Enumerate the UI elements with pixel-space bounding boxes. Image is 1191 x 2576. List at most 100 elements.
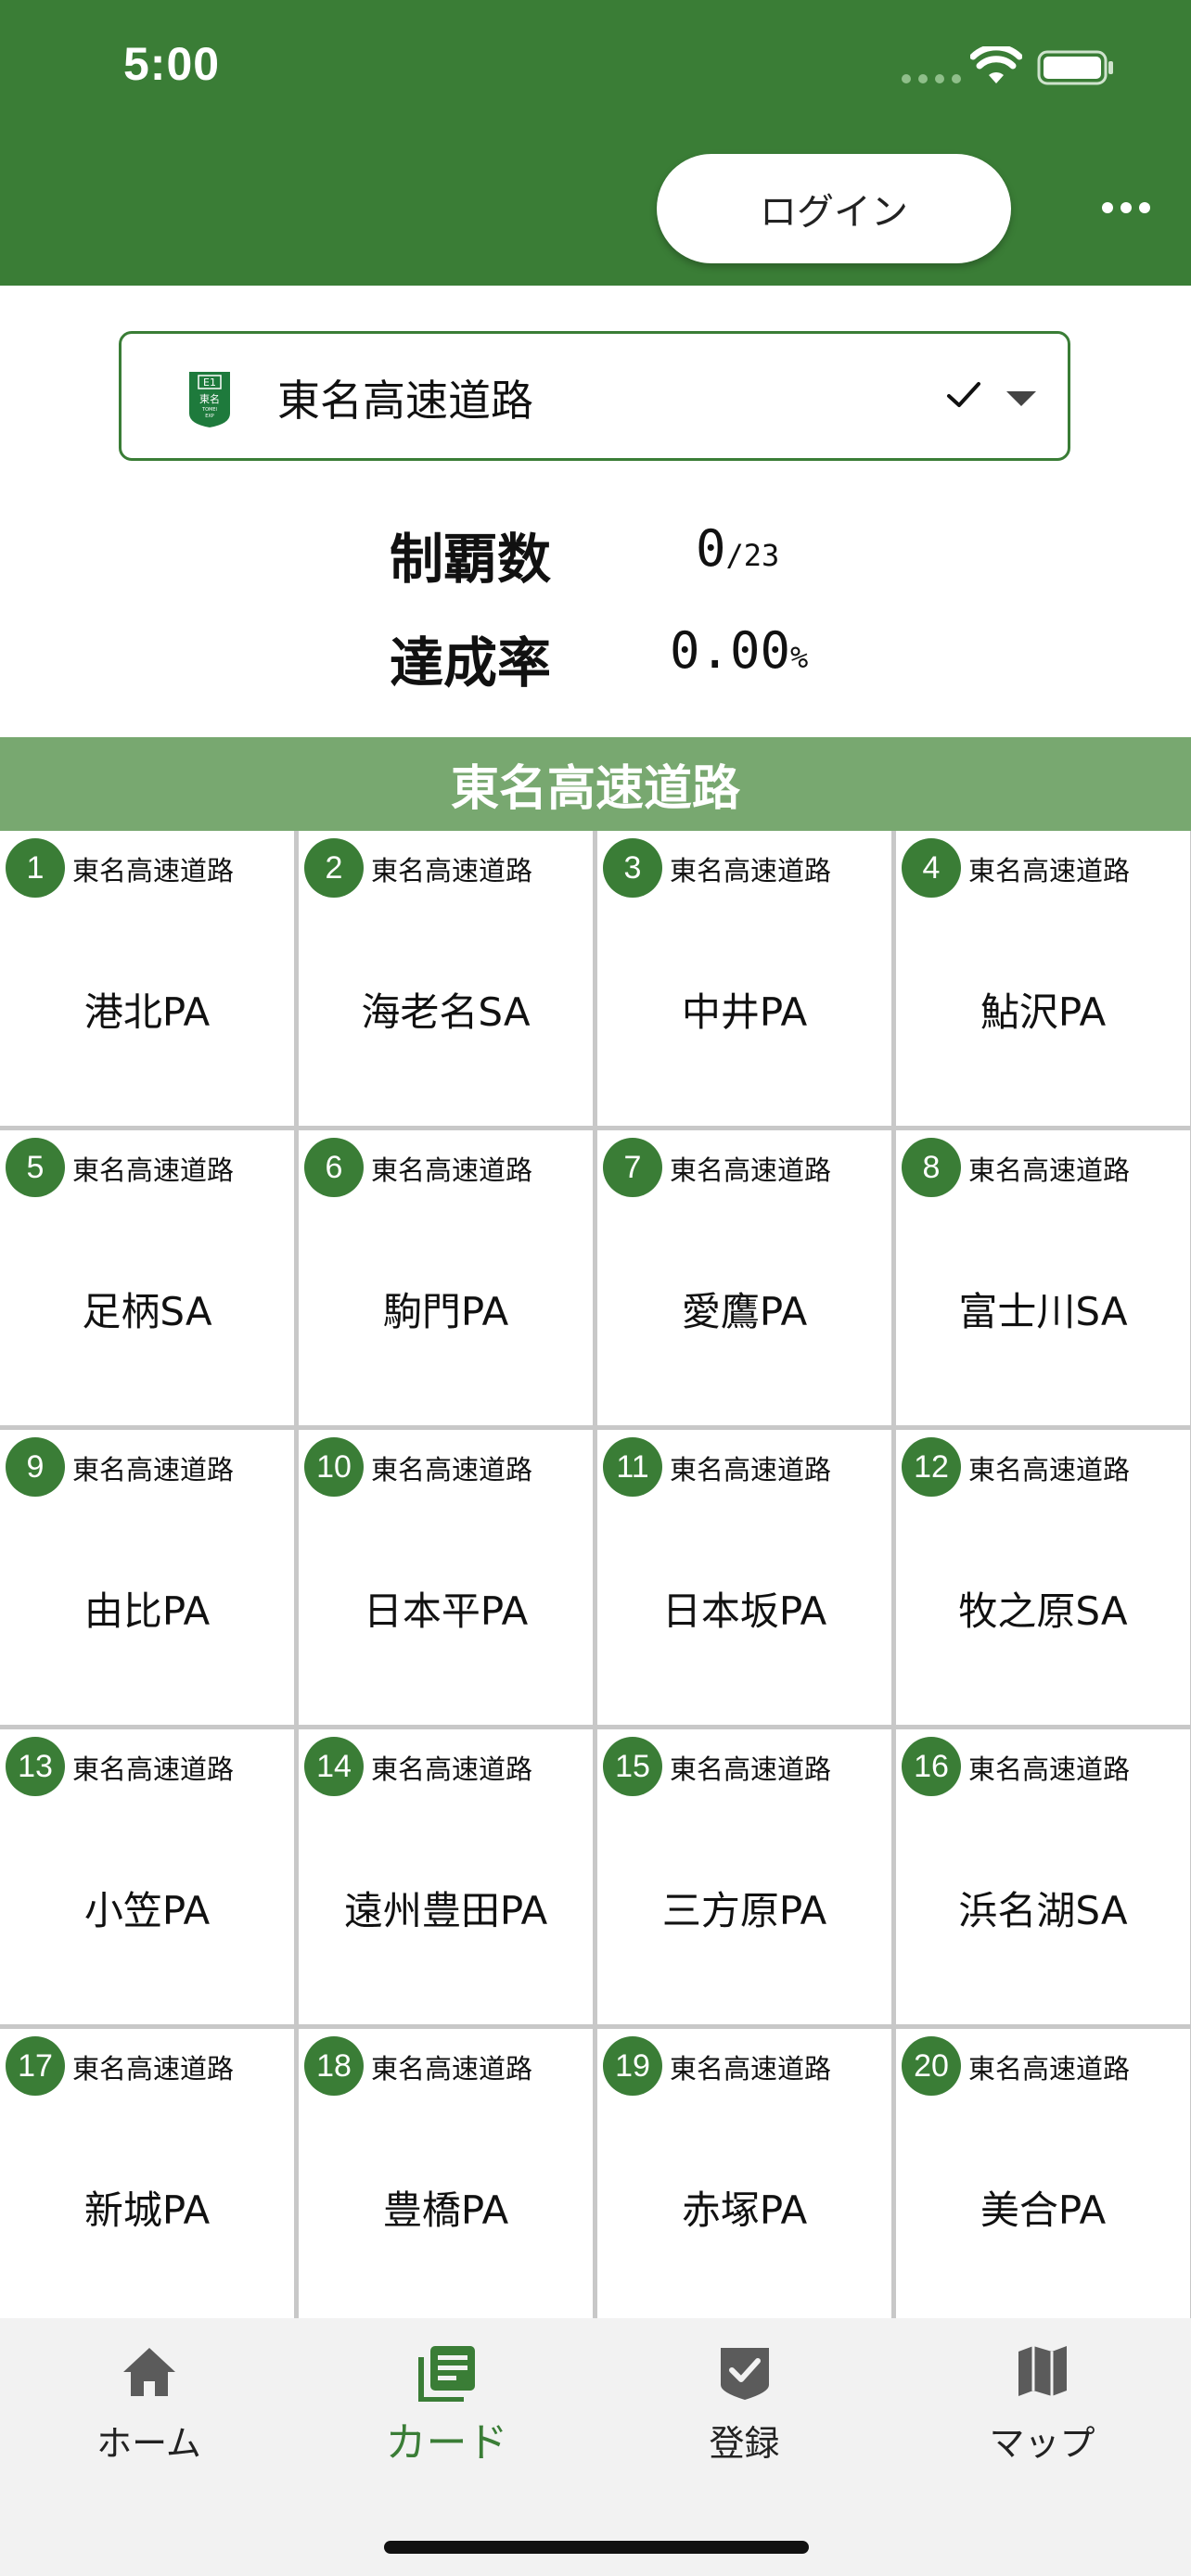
card-route-label: 東名高速道路 xyxy=(72,1154,235,1186)
achievement-rate-label: 達成率 xyxy=(390,631,552,695)
card-number-badge: 15 xyxy=(603,1737,662,1796)
card-station-name: 海老名SA xyxy=(361,989,531,1035)
sa-pa-card[interactable]: 14 東名高速道路 遠州豊田PA xyxy=(299,1729,593,2024)
tab-map[interactable]: マップ xyxy=(893,2318,1191,2494)
card-number-badge: 16 xyxy=(902,1737,961,1796)
sa-pa-card[interactable]: 7 東名高速道路愛鷹PA xyxy=(597,1130,891,1425)
sa-pa-card[interactable]: 4 東名高速道路 鮎沢PA xyxy=(896,831,1190,1126)
sa-pa-card[interactable]: 2 東名高速道路 海老名SA xyxy=(299,831,593,1126)
sa-pa-card[interactable]: 17 東名高速道路新城PA xyxy=(0,2029,294,2318)
card-station-name: 小笠PA xyxy=(83,1888,211,1933)
sa-pa-card[interactable]: 3 東名高速道路中井PA xyxy=(597,831,891,1126)
selected-route-label: 東名高速道路 xyxy=(277,376,533,426)
card-station-name: 愛鷹PA xyxy=(681,1289,808,1334)
card-route-label: 東名高速道路 xyxy=(670,1454,832,1486)
card-number-badge: 17 xyxy=(6,2036,65,2096)
sa-pa-card[interactable]: 19 東名高速道路赤塚PA xyxy=(597,2029,891,2318)
card-station-name: 日本平PA xyxy=(363,1588,529,1634)
route-dropdown[interactable]: E1 東名 TOMEI EXP 東名高速道路 xyxy=(119,331,1070,461)
sa-pa-card[interactable]: 11 東名高速道路日本坂PA xyxy=(597,1430,891,1725)
card-station-name: 足柄SA xyxy=(82,1289,212,1334)
card-number-badge: 8 xyxy=(902,1138,961,1197)
card-number-badge: 9 xyxy=(6,1437,65,1497)
sa-pa-card[interactable]: 10 東名高速道路日本平PA xyxy=(299,1430,593,1725)
card-route-label: 東名高速道路 xyxy=(670,1154,832,1186)
tab-register[interactable]: 登録 xyxy=(596,2318,893,2494)
sa-pa-card[interactable]: 8 東名高速道路富士川SA xyxy=(896,1130,1190,1425)
card-station-name: 美合PA xyxy=(980,2187,1107,2233)
status-time: 5:00 xyxy=(123,38,221,90)
app-header: 5:00 ログイン xyxy=(0,0,1191,286)
card-station-name: 由比PA xyxy=(83,1588,211,1634)
card-number-badge: 19 xyxy=(603,2036,662,2096)
card-number-badge: 11 xyxy=(603,1437,662,1497)
card-route-label: 東名高速道路 xyxy=(968,855,1131,886)
card-route-label: 東名高速道路 xyxy=(72,1454,235,1486)
home-icon xyxy=(122,2348,175,2396)
svg-text:E1: E1 xyxy=(203,376,216,389)
cards-icon xyxy=(417,2346,475,2402)
cellular-signal-icon xyxy=(902,74,961,83)
card-route-label: 東名高速道路 xyxy=(670,2053,832,2085)
sa-pa-card[interactable]: 13 東名高速道路小笠PA xyxy=(0,1729,294,2024)
card-station-name: 鮎沢PA xyxy=(980,989,1107,1035)
tab-bar: ホーム カード 登録 マップ xyxy=(0,2318,1191,2576)
sa-pa-card[interactable]: 20 東名高速道路 美合PA xyxy=(896,2029,1190,2318)
card-route-label: 東名高速道路 xyxy=(968,1154,1131,1186)
sa-pa-card[interactable]: 16 東名高速道路浜名湖SA xyxy=(896,1729,1190,2024)
card-number-badge: 20 xyxy=(902,2036,961,2096)
card-route-label: 東名高速道路 xyxy=(968,1454,1131,1486)
wifi-icon xyxy=(970,46,1022,83)
check-icon xyxy=(947,382,980,407)
card-grid: 1 東名高速道路 港北PA 2 東名高速道路 海老名SA 3 東名高速道路 中井PA 4 東名高速道… xyxy=(0,831,1191,2318)
sa-pa-card[interactable]: 18 東名高速道路豊橋PA xyxy=(299,2029,593,2318)
card-number-badge: 1 xyxy=(6,838,65,898)
card-station-name: 牧之原SA xyxy=(958,1588,1128,1634)
home-indicator xyxy=(384,2541,809,2554)
card-route-label: 東名高速道路 xyxy=(670,1753,832,1785)
login-button[interactable]: ログイン xyxy=(657,154,1011,263)
card-station-name: 新城PA xyxy=(83,2187,211,2233)
card-route-label: 東名高速道路 xyxy=(968,1753,1131,1785)
card-route-label: 東名高速道路 xyxy=(670,855,832,886)
more-options-icon[interactable] xyxy=(1095,182,1158,234)
sa-pa-card[interactable]: 15 東名高速道路三方原PA xyxy=(597,1729,891,2024)
card-number-badge: 6 xyxy=(304,1138,364,1197)
register-check-icon xyxy=(720,2348,769,2400)
card-number-badge: 7 xyxy=(603,1138,662,1197)
card-station-name: 浜名湖SA xyxy=(958,1888,1128,1933)
card-station-name: 駒門PA xyxy=(382,1289,509,1334)
card-route-label: 東名高速道路 xyxy=(72,2053,235,2085)
card-route-label: 東名高速道路 xyxy=(72,1753,235,1785)
card-number-badge: 13 xyxy=(6,1737,65,1796)
section-title: 東名高速道路 xyxy=(0,737,1191,831)
card-route-label: 東名高速道路 xyxy=(371,1454,533,1486)
card-number-badge: 12 xyxy=(902,1437,961,1497)
sa-pa-card[interactable]: 5 東名高速道路 足柄SA xyxy=(0,1130,294,1425)
conquered-count-label: 制覇数 xyxy=(390,528,552,591)
card-number-badge: 18 xyxy=(304,2036,364,2096)
card-station-name: 富士川SA xyxy=(958,1289,1128,1334)
card-number-badge: 10 xyxy=(304,1437,364,1497)
tab-cards[interactable]: カード xyxy=(298,2318,596,2494)
card-station-name: 中井PA xyxy=(681,989,808,1035)
conquered-count-value: 0/23 xyxy=(696,519,780,578)
sa-pa-card[interactable]: 6 東名高速道路駒門PA xyxy=(299,1130,593,1425)
sa-pa-card[interactable]: 1 東名高速道路 港北PA xyxy=(0,831,294,1126)
svg-text:TOMEI: TOMEI xyxy=(201,407,217,413)
card-number-badge: 3 xyxy=(603,838,662,898)
card-route-label: 東名高速道路 xyxy=(371,2053,533,2085)
sa-pa-card[interactable]: 12 東名高速道路牧之原SA xyxy=(896,1430,1190,1725)
svg-text:EXP: EXP xyxy=(205,414,214,419)
tab-home[interactable]: ホーム xyxy=(0,2318,298,2494)
card-route-label: 東名高速道路 xyxy=(371,855,533,886)
sa-pa-card[interactable]: 9 東名高速道路由比PA xyxy=(0,1430,294,1725)
card-number-badge: 14 xyxy=(304,1737,364,1796)
card-station-name: 三方原PA xyxy=(661,1888,827,1933)
card-station-name: 赤塚PA xyxy=(681,2187,808,2233)
battery-icon xyxy=(1037,50,1113,85)
card-station-name: 日本坂PA xyxy=(661,1588,827,1634)
card-route-label: 東名高速道路 xyxy=(371,1154,533,1186)
card-route-label: 東名高速道路 xyxy=(371,1753,533,1785)
card-station-name: 豊橋PA xyxy=(382,2187,509,2233)
